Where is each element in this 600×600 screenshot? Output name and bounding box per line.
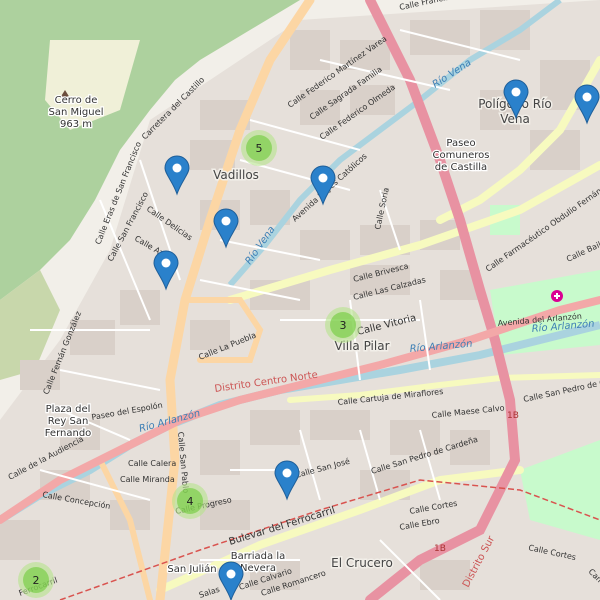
place-label: Cerro de — [55, 95, 98, 106]
street-label: Calle Miranda — [120, 475, 175, 484]
place-label: Plaza del — [46, 404, 91, 415]
road-ref: 1B — [507, 411, 519, 421]
road-ref: 1B — [434, 544, 446, 554]
place-label: de Castilla — [435, 162, 487, 173]
marker-dot-icon — [582, 92, 592, 102]
neighborhood-label: Vadillos — [213, 168, 259, 182]
cluster-marker[interactable]: 2 — [18, 562, 54, 598]
place-label: San Miguel — [48, 107, 103, 118]
cluster-marker[interactable]: 4 — [172, 483, 208, 519]
neighborhood-label: El Crucero — [331, 556, 393, 570]
cluster-marker[interactable]: 3 — [325, 307, 361, 343]
marker-dot-icon — [172, 163, 182, 173]
marker-dot-icon — [161, 258, 171, 268]
place-label: Comuneros — [433, 150, 490, 161]
place-label: San Julián — [167, 563, 216, 575]
place-label: Fernando — [45, 428, 92, 439]
marker-dot-icon — [221, 216, 231, 226]
marker-dot-icon — [511, 87, 521, 97]
place-label: 963 m — [60, 119, 92, 130]
place-label: Paseo — [446, 138, 475, 149]
map-canvas[interactable]: Cerro de San Miguel 963 m Vadillos Villa… — [0, 0, 600, 600]
place-label: Rey San — [48, 416, 89, 427]
marker-dot-icon — [226, 569, 236, 579]
cluster-count: 5 — [256, 142, 263, 155]
cluster-marker[interactable]: 5 — [241, 130, 277, 166]
marker-dot-icon — [318, 173, 328, 183]
street-label: Calle Calera — [128, 459, 176, 468]
cluster-count: 3 — [340, 319, 347, 332]
map-view[interactable]: Cerro de San Miguel 963 m Vadillos Villa… — [0, 0, 600, 600]
cluster-count: 2 — [33, 574, 40, 587]
place-label: Barriada la — [231, 551, 286, 562]
cluster-count: 4 — [187, 495, 194, 508]
marker-dot-icon — [282, 468, 292, 478]
